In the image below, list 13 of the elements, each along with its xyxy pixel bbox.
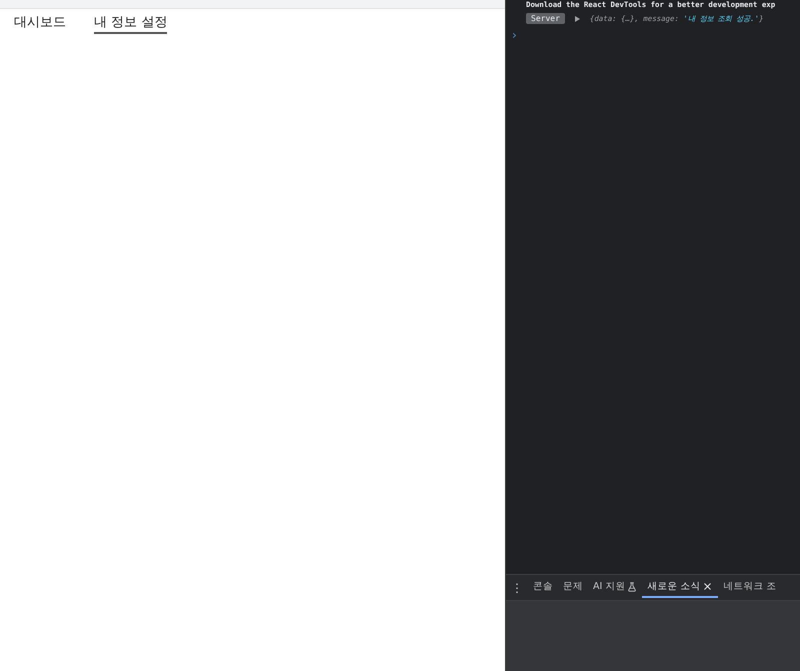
expand-icon[interactable] xyxy=(574,16,580,22)
drawer-tab[interactable]: 콘솔 xyxy=(528,577,558,598)
console-prompt: › xyxy=(512,28,518,42)
drawer-tab[interactable]: 새로운 소식 xyxy=(642,577,718,598)
drawer-tab[interactable]: 문제 xyxy=(558,577,588,598)
close-icon[interactable] xyxy=(702,581,714,592)
menu-button[interactable]: ⋮ xyxy=(506,580,528,594)
flask-icon xyxy=(627,582,638,592)
nav-link[interactable]: 내 정보 설정 xyxy=(94,13,168,34)
drawer-tab[interactable]: 네트워크 조 xyxy=(718,577,782,598)
server-badge: Server xyxy=(526,13,565,24)
drawer-tab[interactable]: AI 지원 xyxy=(588,577,642,598)
nav-link[interactable]: 대시보드 xyxy=(14,13,66,34)
